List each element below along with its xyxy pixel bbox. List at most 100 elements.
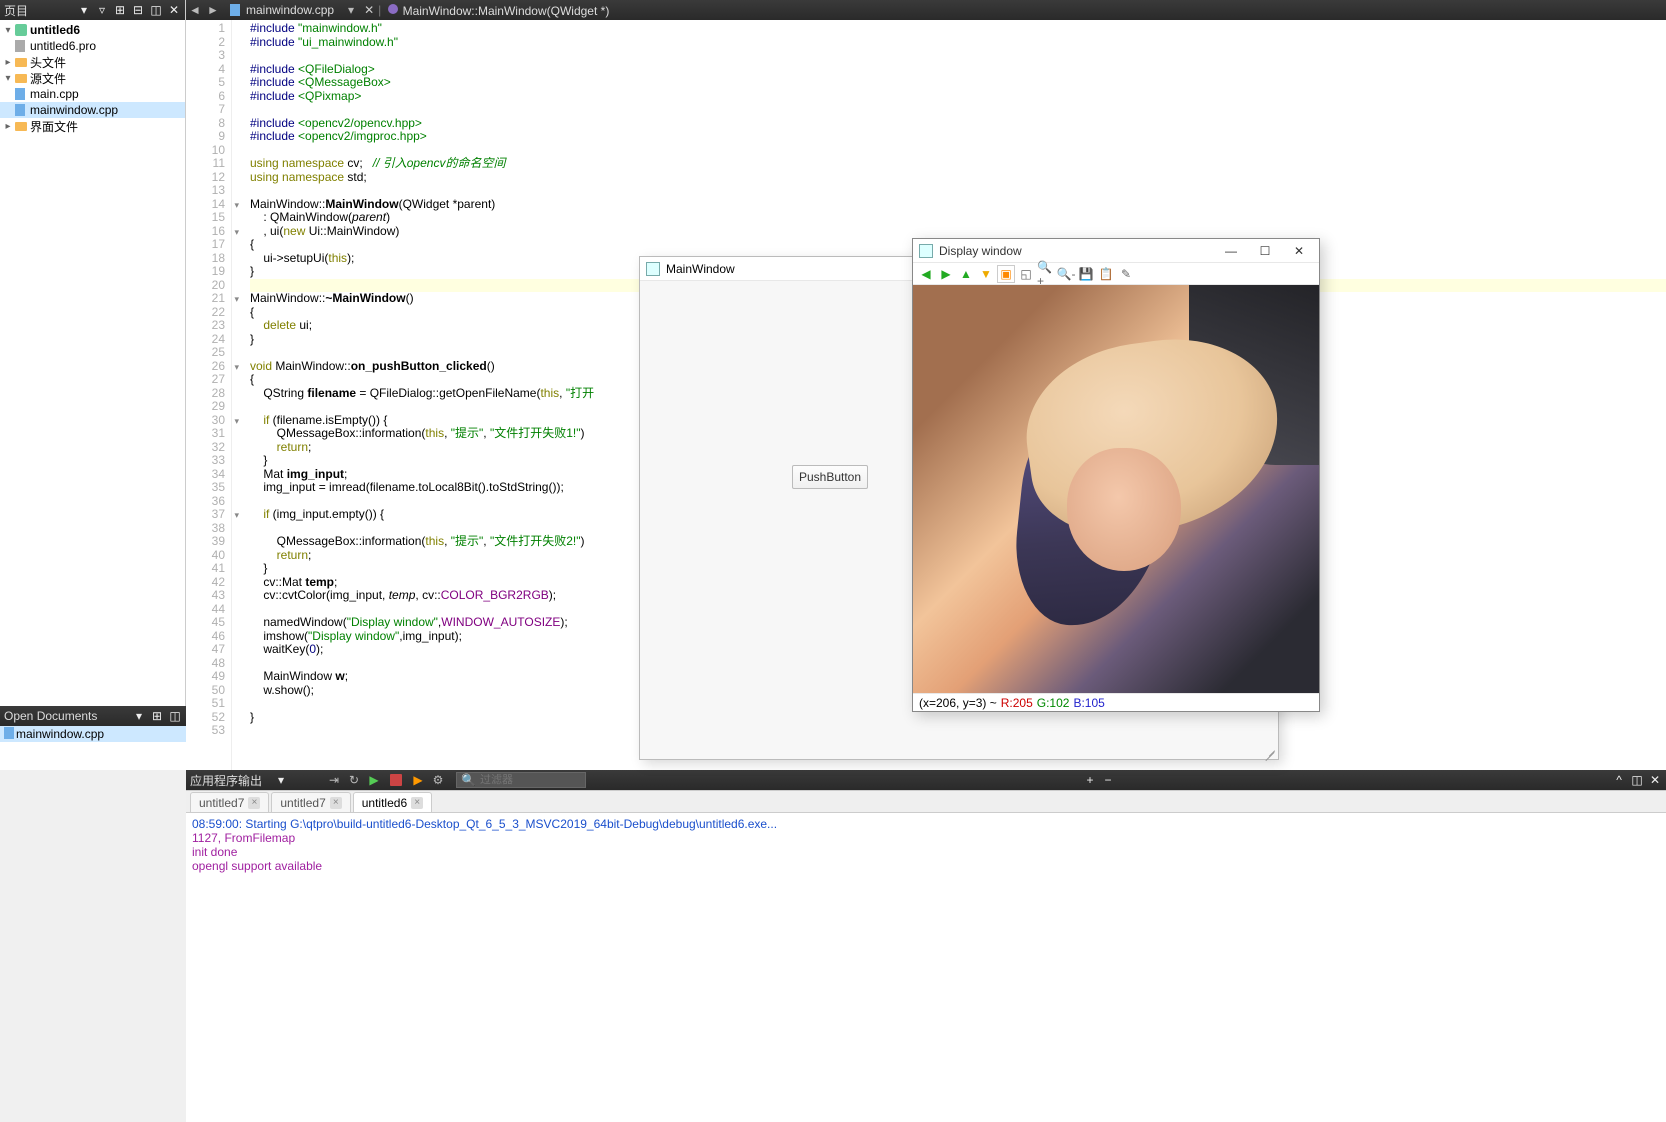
code-line[interactable]: #include "ui_mainwindow.h": [250, 36, 1666, 50]
code-line[interactable]: using namespace cv; // 引入opencv的命名空间: [250, 157, 1666, 171]
zoom-in-icon[interactable]: 🔍+: [1037, 265, 1055, 283]
tree-forms-folder[interactable]: ▸界面文件: [0, 118, 185, 134]
code-line[interactable]: #include "mainwindow.h": [250, 22, 1666, 36]
output-tab[interactable]: untitled6×: [353, 792, 432, 812]
fold-icon[interactable]: ▾: [229, 361, 239, 371]
zoom-region-icon[interactable]: ◱: [1017, 265, 1035, 283]
scroll-up-icon[interactable]: ^: [1612, 773, 1626, 787]
arrow-up-icon[interactable]: ▲: [957, 265, 975, 283]
minimize-button[interactable]: —: [1217, 241, 1245, 261]
close-output-icon[interactable]: ✕: [1648, 773, 1662, 787]
close-panel-icon[interactable]: ✕: [167, 3, 181, 17]
arrow-left-icon[interactable]: ◀: [917, 265, 935, 283]
code-line[interactable]: #include <opencv2/imgproc.hpp>: [250, 130, 1666, 144]
output-line: 1127, FromFilemap: [192, 831, 1660, 845]
remove-icon[interactable]: −: [1101, 773, 1115, 787]
code-line[interactable]: #include <QPixmap>: [250, 90, 1666, 104]
code-line[interactable]: using namespace std;: [250, 171, 1666, 185]
tree-main-cpp[interactable]: main.cpp: [0, 86, 185, 102]
restart-icon[interactable]: ↻: [346, 772, 362, 788]
code-line[interactable]: , ui(new Ui::MainWindow): [250, 225, 1666, 239]
fold-icon[interactable]: ▾: [229, 226, 239, 236]
settings-icon[interactable]: ⚙: [430, 772, 446, 788]
brush-icon[interactable]: ✎: [1117, 265, 1135, 283]
line-number: 40: [186, 549, 225, 563]
code-line[interactable]: #include <QFileDialog>: [250, 63, 1666, 77]
dropdown-icon[interactable]: ▾: [132, 709, 146, 723]
output-line: init done: [192, 845, 1660, 859]
display-window-titlebar[interactable]: Display window — ☐ ✕: [913, 239, 1319, 263]
code-line[interactable]: [250, 103, 1666, 117]
tree-mainwindow-cpp[interactable]: mainwindow.cpp: [0, 102, 185, 118]
line-number: 22: [186, 306, 225, 320]
clipboard-icon[interactable]: 📋: [1097, 265, 1115, 283]
close-button[interactable]: ✕: [1285, 241, 1313, 261]
stop-icon[interactable]: [390, 774, 402, 786]
split-icon[interactable]: ⊞: [150, 709, 164, 723]
filter-field[interactable]: [480, 774, 581, 786]
output-tab[interactable]: untitled7×: [271, 792, 350, 812]
tree-project-root[interactable]: ▾untitled6: [0, 22, 185, 38]
close-tab-icon[interactable]: ×: [411, 797, 423, 809]
code-line[interactable]: : QMainWindow(parent): [250, 211, 1666, 225]
push-button[interactable]: PushButton: [792, 465, 868, 489]
arrow-down-icon[interactable]: ▼: [977, 265, 995, 283]
fold-icon[interactable]: ▾: [229, 293, 239, 303]
maximize-button[interactable]: ☐: [1251, 241, 1279, 261]
maximize-icon[interactable]: ◫: [1630, 773, 1644, 787]
fold-icon[interactable]: ▾: [229, 509, 239, 519]
sync-icon[interactable]: ⊟: [131, 3, 145, 17]
code-line[interactable]: [250, 184, 1666, 198]
close-panel-icon[interactable]: ◫: [168, 709, 182, 723]
output-filter-input[interactable]: 🔍: [456, 772, 586, 788]
line-number: 38: [186, 522, 225, 536]
line-number: 50: [186, 684, 225, 698]
nav-forward-icon[interactable]: ►: [205, 2, 221, 18]
project-panel-header: 页目 ▾ ▿ ⊞ ⊟ ◫ ✕: [0, 0, 185, 20]
open-documents-title: Open Documents: [4, 709, 128, 723]
split-icon[interactable]: ◫: [149, 3, 163, 17]
output-panel-title: 应用程序输出: [190, 772, 270, 789]
zoom-out-icon[interactable]: 🔍-: [1057, 265, 1075, 283]
close-tab-icon[interactable]: ×: [330, 797, 342, 809]
editor-file-tab[interactable]: mainwindow.cpp: [222, 0, 342, 20]
tree-headers-folder[interactable]: ▸头文件: [0, 54, 185, 70]
filter-icon[interactable]: ▿: [95, 3, 109, 17]
link-icon[interactable]: ⊞: [113, 3, 127, 17]
code-line[interactable]: MainWindow::MainWindow(QWidget *parent): [250, 198, 1666, 212]
close-tab-icon[interactable]: ✕: [360, 3, 378, 17]
code-line[interactable]: [250, 144, 1666, 158]
image-icon[interactable]: ▣: [997, 265, 1015, 283]
output-body[interactable]: 08:59:00: Starting G:\qtpro\build-untitl…: [186, 812, 1666, 1122]
tab-history-icon[interactable]: ▾: [343, 2, 359, 18]
code-line[interactable]: #include <opencv2/opencv.hpp>: [250, 117, 1666, 131]
dropdown-icon[interactable]: ▾: [274, 773, 288, 787]
line-number: 47: [186, 643, 225, 657]
output-tab[interactable]: untitled7×: [190, 792, 269, 812]
tree-pro-file[interactable]: untitled6.pro: [0, 38, 185, 54]
close-tab-icon[interactable]: ×: [248, 797, 260, 809]
dropdown-icon[interactable]: ▾: [77, 3, 91, 17]
attach-icon[interactable]: ⇥: [326, 772, 342, 788]
add-icon[interactable]: +: [1083, 773, 1097, 787]
code-line[interactable]: [250, 49, 1666, 63]
open-document-item[interactable]: mainwindow.cpp: [0, 726, 186, 742]
display-image: [913, 285, 1319, 693]
build-icon[interactable]: ▶: [410, 772, 426, 788]
nav-back-icon[interactable]: ◄: [187, 2, 203, 18]
open-documents-list: mainwindow.cpp: [0, 726, 186, 742]
fold-icon[interactable]: ▾: [229, 415, 239, 425]
tree-label: main.cpp: [30, 87, 79, 101]
breadcrumb[interactable]: MainWindow::MainWindow(QWidget *): [381, 3, 615, 18]
resize-grip-icon[interactable]: [1264, 745, 1276, 757]
line-number: 12: [186, 171, 225, 185]
save-icon[interactable]: 💾: [1077, 265, 1095, 283]
code-line[interactable]: #include <QMessageBox>: [250, 76, 1666, 90]
line-number: 45: [186, 616, 225, 630]
run-icon[interactable]: ▶: [366, 772, 382, 788]
fold-icon[interactable]: ▾: [229, 199, 239, 209]
arrow-right-icon[interactable]: ▶: [937, 265, 955, 283]
tree-sources-folder[interactable]: ▾源文件: [0, 70, 185, 86]
line-number: 43: [186, 589, 225, 603]
display-window[interactable]: Display window — ☐ ✕ ◀ ▶ ▲ ▼ ▣ ◱ 🔍+ 🔍- 💾…: [912, 238, 1320, 712]
